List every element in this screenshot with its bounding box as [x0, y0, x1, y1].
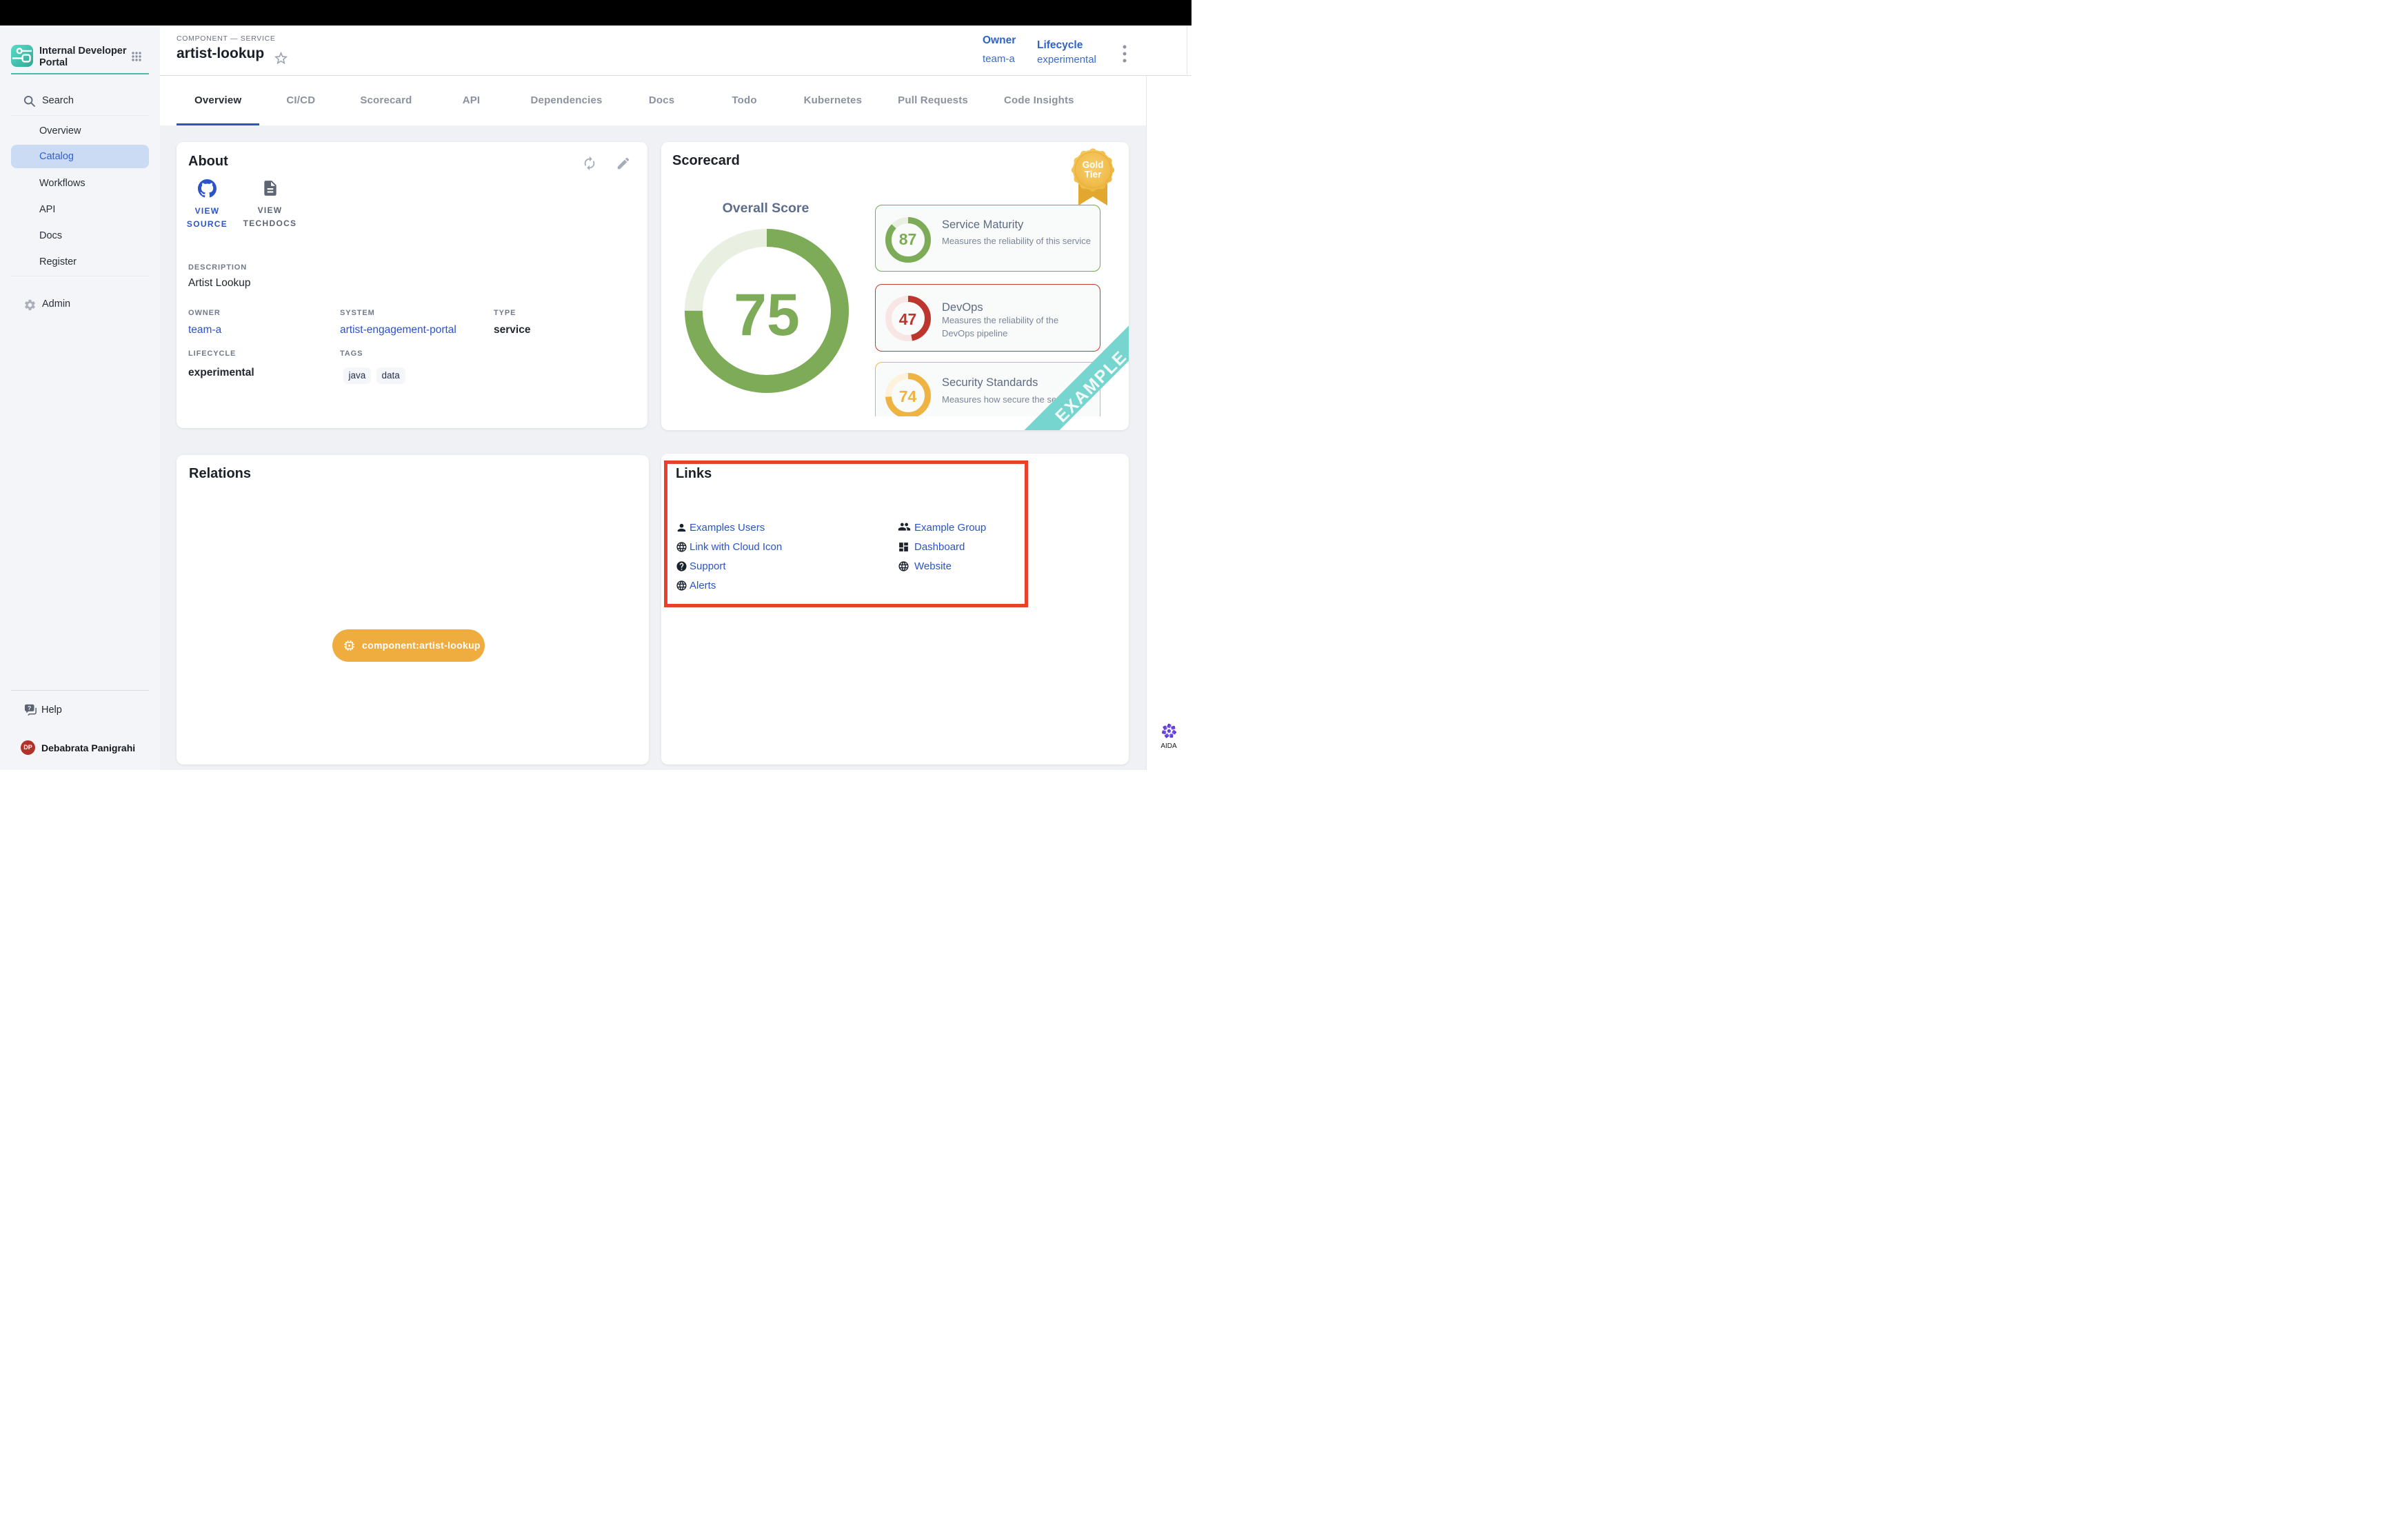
svg-text:Tier: Tier [1085, 170, 1102, 180]
svg-text:?: ? [28, 705, 31, 711]
svg-text:Gold: Gold [1083, 160, 1104, 170]
